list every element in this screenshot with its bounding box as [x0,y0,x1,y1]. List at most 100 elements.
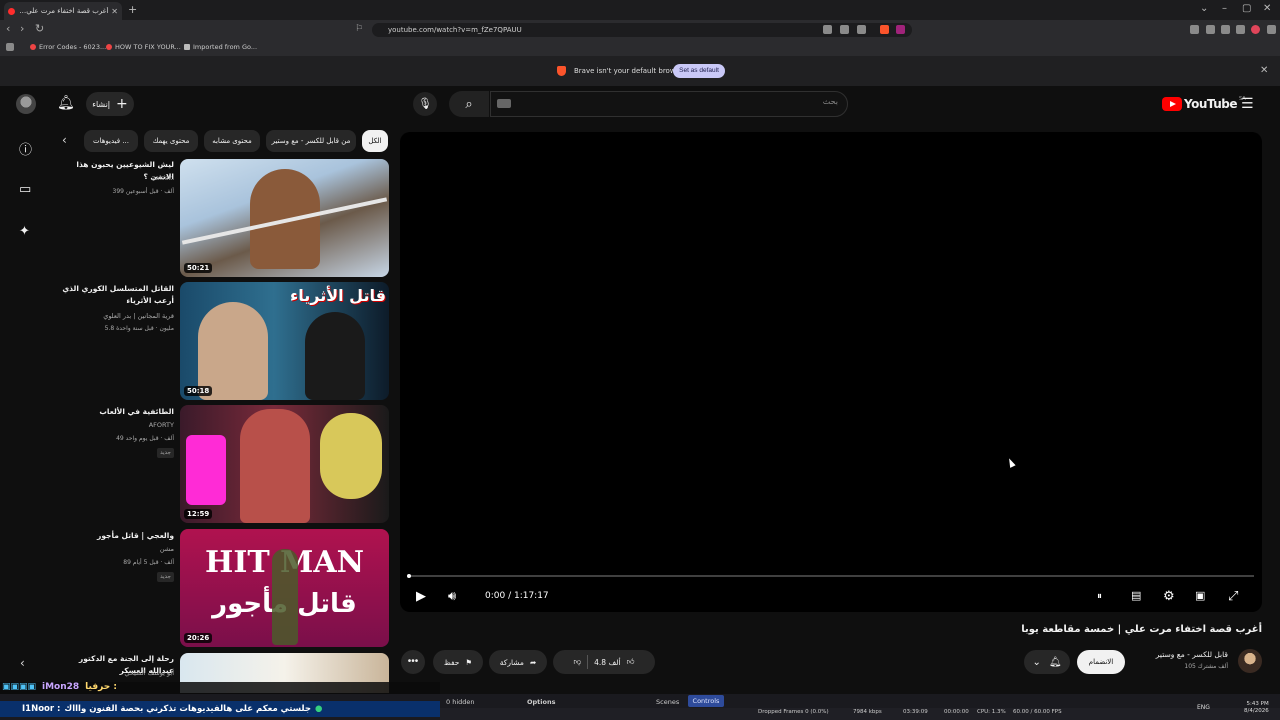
back-icon[interactable]: ‹ [6,22,10,35]
bookmark-label: HOW TO FIX YOUR... [115,43,181,51]
video-thumbnail[interactable]: HIT MAN قاتل مأجور 20:26 [180,529,389,647]
miniplayer-icon[interactable]: ▣ [1195,589,1205,602]
reload-icon[interactable]: ↻ [35,22,44,35]
share-icon: ➦ [529,657,537,667]
bookmark-item[interactable]: HOW TO FIX YOUR... [106,43,181,51]
channel-avatar[interactable] [1238,649,1262,673]
create-label: إنشاء [92,99,111,109]
brave-shields-icon[interactable] [880,25,889,34]
youtube-play-icon [1162,97,1182,111]
video-channel[interactable]: zalsoki [56,174,174,182]
browser-tab[interactable]: أغرب قصة اختفاء مرت علي | خمسة مقاطعة يو… [4,2,122,20]
wallet-icon[interactable] [1206,25,1215,34]
cast-icon[interactable] [857,25,866,34]
video-title[interactable]: والعجي | قاتل مأجور [56,530,174,542]
translate-icon[interactable] [823,25,832,34]
new-badge: جديد [157,572,174,582]
subtitles-icon[interactable]: ▤ [1131,589,1141,602]
video-thumbnail[interactable]: 12:59 [180,405,389,523]
minimize-icon[interactable]: – [1222,3,1227,14]
obs-fps: 60.00 / 60.00 FPS [1013,709,1062,715]
volume-icon[interactable]: 🔊︎ [448,589,456,604]
share-label: مشاركة [499,657,524,667]
dislike-icon[interactable]: 👎︎ [574,657,582,667]
zoom-icon[interactable] [840,25,849,34]
notification-dropdown-button[interactable]: ⌄ 🔔︎ [1024,650,1070,674]
ticker-icon: ● [314,704,323,714]
video-title-main: أغرب قصة اختفاء مرت علي | خمسة مقاطعة يو… [1021,624,1262,635]
fullscreen-icon[interactable]: ⤢ [1228,589,1238,604]
progress-scrubber[interactable] [407,574,411,578]
maximize-icon[interactable]: ▢ [1242,3,1251,14]
browser-menu-icon[interactable] [1267,25,1276,34]
extensions-icon[interactable] [1221,25,1230,34]
voice-search-icon[interactable]: 🎙︎ [413,92,437,116]
video-duration: 20:26 [184,633,213,643]
search-button[interactable]: ⌕ [449,91,489,117]
youtube-logo[interactable]: YouTube SA [1162,96,1246,112]
share-button[interactable]: مشاركة ➦ [489,650,547,674]
set-default-button[interactable]: Set as default [673,64,725,78]
more-actions-icon[interactable]: ••• [401,650,425,674]
info-icon[interactable]: ⓘ [19,139,32,158]
video-thumbnail[interactable]: 50:21 [180,159,389,277]
tab-search-icon[interactable]: ⌄ [1200,3,1208,14]
settings-gear-icon[interactable]: ⚙ [1163,589,1175,604]
chip-videos[interactable]: فيديوهات ... [84,130,138,152]
forward-icon[interactable]: › [20,22,24,35]
video-channel[interactable]: مشن [56,545,174,553]
video-thumbnail[interactable]: قاتل الأثرياء 50:18 [180,282,389,400]
sidebar-icon[interactable] [1190,25,1199,34]
brave-lion-icon [557,66,566,76]
chips-scroll-left-icon[interactable]: ‹ [62,133,67,147]
new-badge: جديد [157,448,174,458]
ticker-name: I1Noor : [22,704,61,714]
chat-badges-icon: ▣▣▣▣ [2,682,37,692]
chat-icon[interactable]: ▭ [19,182,31,197]
expand-sidebar-icon[interactable]: ‹ [20,656,25,670]
chip-for-you[interactable]: محتوى يهمك [144,130,198,152]
notifications-bell-icon[interactable]: 🔔︎ [57,95,75,111]
bookmark-folder[interactable]: Imported from Go... [184,43,257,51]
video-title[interactable]: الطائفية في الألعاب [56,406,174,418]
bookmark-icon[interactable]: ⚐ [355,24,363,34]
video-channel[interactable]: أبو يوسف الشيخي [56,669,174,677]
vpn-icon[interactable] [1236,25,1245,34]
obs-options-button[interactable]: Options [527,698,555,706]
video-channel[interactable]: قرية المجانين | بدر العلوي [56,312,174,320]
save-button[interactable]: حفظ ⚑ [433,650,483,674]
progress-bar[interactable] [408,575,1254,577]
stream-ticker: I1Noor : جلستي معكم على هالفيديوهات تذكر… [0,701,440,717]
bookmark-item[interactable]: Error Codes - 6023... [30,43,106,51]
video-player[interactable] [400,132,1262,612]
thumbnail-person [305,312,365,400]
brave-rewards-icon[interactable] [896,25,905,34]
chip-all[interactable]: الكل [362,130,388,152]
input-language[interactable]: ENG [1197,704,1210,711]
obs-scenes-label[interactable]: Scenes [656,698,679,706]
apps-grid-icon[interactable] [6,43,14,51]
guide-menu-icon[interactable]: ☰ [1241,96,1254,112]
profile-icon[interactable] [1251,25,1260,34]
like-icon[interactable]: 👍︎ [627,657,635,667]
video-channel[interactable]: AFORTY [56,421,174,429]
system-clock[interactable]: 5:43 PM 8/4/2026 [1244,701,1269,715]
window-close-icon[interactable]: ✕ [1263,3,1271,14]
create-button[interactable]: إنشاء + [86,92,134,116]
obs-controls-tab[interactable]: Controls [688,695,724,707]
close-tab-icon[interactable]: ✕ [111,7,118,16]
account-avatar[interactable] [16,94,36,114]
sparkle-icon[interactable]: ✦ [19,224,30,239]
chip-from-channel[interactable]: من قابل للكسر - مع وستير [266,130,356,152]
infobar-close-icon[interactable]: ✕ [1260,65,1268,76]
obs-live-time: 03:39:09 [903,709,928,715]
chip-related[interactable]: محتوى مشابه [204,130,260,152]
subscribe-button[interactable]: الانضمام [1077,650,1125,674]
play-icon[interactable]: ▶ [416,589,426,604]
video-title[interactable]: القاتل المتسلسل الكوري الذي أرعب الأثريا… [56,283,174,307]
channel-name[interactable]: قابل للكسر - مع وستير [1140,650,1228,659]
video-meta: 89 ألف · قبل 5 أيام [123,559,174,566]
autoplay-toggle-icon[interactable]: ⏸ [1097,591,1102,602]
new-tab-icon[interactable]: + [128,3,137,16]
thumbnail-caption: قاتل الأثرياء [290,286,386,305]
